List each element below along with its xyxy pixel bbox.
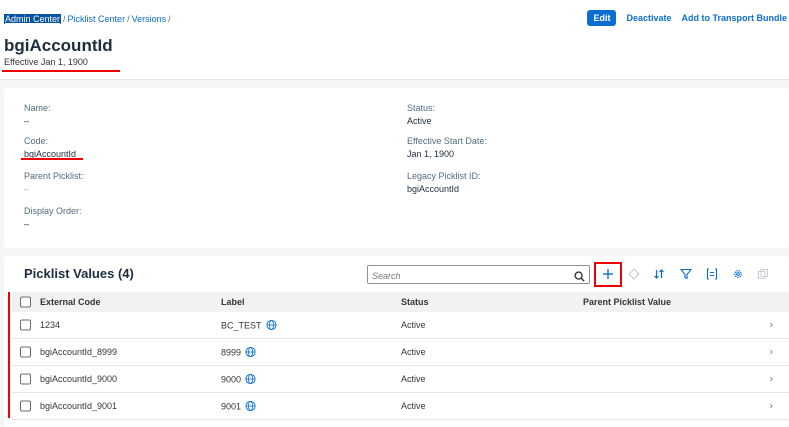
name-label: Name:	[24, 103, 51, 113]
display-order-label: Display Order:	[24, 206, 82, 216]
copy-icon[interactable]	[755, 266, 771, 282]
label-text: 9001	[221, 401, 242, 411]
status-label: Status:	[407, 103, 436, 113]
filter-icon[interactable]	[678, 266, 694, 282]
table-row[interactable]: 1234 BC_TEST Active ›	[12, 312, 789, 339]
external-code-cell: bgiAccountId_9001	[40, 401, 118, 411]
status-field: Status: Active	[407, 103, 435, 126]
parent-picklist-value: –	[24, 184, 30, 194]
display-order-value: –	[24, 219, 30, 229]
annotation-underline	[21, 158, 83, 160]
annotation-vertical-bar	[8, 292, 10, 418]
legacy-picklist-id-value: bgiAccountId	[407, 184, 460, 194]
row-checkbox[interactable]	[20, 400, 31, 412]
group-icon[interactable]	[704, 266, 720, 282]
name-field: Name: –	[24, 103, 51, 126]
sort-icon[interactable]	[651, 266, 667, 282]
breadcrumb-separator: /	[127, 14, 130, 24]
status-cell: Active	[401, 320, 426, 330]
settings-icon[interactable]	[730, 266, 746, 282]
add-icon[interactable]	[600, 266, 616, 282]
breadcrumb: Admin Center / Picklist Center / Versions /	[4, 14, 173, 24]
object-header: Admin Center / Picklist Center / Versions / E…	[0, 0, 789, 80]
chevron-right-icon[interactable]: ›	[770, 401, 773, 412]
label-cell: BC_TEST	[221, 319, 277, 331]
name-value: –	[24, 116, 30, 126]
effective-start-date-field: Effective Start Date: Jan 1, 1900	[407, 136, 487, 159]
row-checkbox[interactable]	[20, 319, 31, 331]
diamond-icon[interactable]	[626, 266, 642, 282]
breadcrumb-admin-center[interactable]: Admin Center	[4, 14, 62, 24]
page-title: bgiAccountId	[4, 36, 113, 55]
legacy-picklist-id-label: Legacy Picklist ID:	[407, 171, 481, 181]
details-card	[4, 88, 789, 248]
column-header-label[interactable]: Label	[221, 297, 245, 307]
row-checkbox[interactable]	[20, 373, 31, 385]
globe-icon[interactable]	[245, 400, 256, 412]
globe-icon[interactable]	[245, 346, 256, 358]
effective-date-subtitle: Effective Jan 1, 1900	[4, 57, 88, 67]
select-all-checkbox[interactable]	[20, 296, 31, 308]
status-cell: Active	[401, 374, 426, 384]
table-row[interactable]: bgiAccountId_9000 9000 Active ›	[12, 366, 789, 393]
display-order-field: Display Order: –	[24, 206, 82, 229]
deactivate-button[interactable]: Deactivate	[626, 13, 671, 23]
label-text: 9000	[221, 374, 242, 384]
parent-picklist-field: Parent Picklist: –	[24, 171, 84, 194]
code-field: Code: bgiAccountId	[24, 136, 76, 159]
external-code-cell: bgiAccountId_9000	[40, 374, 118, 384]
search-input[interactable]	[368, 267, 568, 285]
chevron-right-icon[interactable]: ›	[770, 374, 773, 385]
globe-icon[interactable]	[245, 373, 256, 385]
effective-start-date-label: Effective Start Date:	[407, 136, 487, 146]
chevron-right-icon[interactable]: ›	[770, 320, 773, 331]
edit-button[interactable]: Edit	[587, 10, 617, 26]
breadcrumb-picklist-center[interactable]: Picklist Center	[68, 14, 126, 24]
label-cell: 9000	[221, 373, 256, 385]
label-text: 8999	[221, 347, 242, 357]
breadcrumb-separator: /	[63, 14, 66, 24]
table-row[interactable]: bgiAccountId_8999 8999 Active ›	[12, 339, 789, 366]
parent-picklist-label: Parent Picklist:	[24, 171, 84, 181]
table-header: External Code Label Status Parent Pickli…	[12, 292, 789, 312]
annotation-underline	[2, 70, 120, 72]
add-to-transport-bundle-button[interactable]: Add to Transport Bundle	[682, 13, 788, 23]
globe-icon[interactable]	[265, 319, 277, 331]
chevron-right-icon[interactable]: ›	[770, 347, 773, 358]
code-label: Code:	[24, 136, 49, 146]
picklist-values-title: Picklist Values (4)	[24, 266, 134, 281]
search-field[interactable]	[367, 265, 590, 287]
status-cell: Active	[401, 347, 426, 357]
row-checkbox[interactable]	[20, 346, 31, 358]
effective-start-date-value: Jan 1, 1900	[407, 149, 455, 159]
label-cell: 8999	[221, 346, 256, 358]
external-code-cell: bgiAccountId_8999	[40, 347, 118, 357]
table-row[interactable]: bgiAccountId_9001 9001 Active ›	[12, 393, 789, 420]
breadcrumb-versions[interactable]: Versions	[132, 14, 167, 24]
label-text: BC_TEST	[221, 320, 262, 330]
legacy-picklist-id-field: Legacy Picklist ID: bgiAccountId	[407, 171, 481, 194]
status-value: Active	[407, 116, 432, 126]
column-header-status[interactable]: Status	[401, 297, 429, 307]
label-cell: 9001	[221, 400, 256, 412]
status-cell: Active	[401, 401, 426, 411]
column-header-parent-picklist-value[interactable]: Parent Picklist Value	[583, 297, 671, 307]
column-header-external-code[interactable]: External Code	[40, 297, 101, 307]
search-icon[interactable]	[574, 269, 585, 287]
external-code-cell: 1234	[40, 320, 61, 330]
header-actions: Edit Deactivate Add to Transport Bundle	[587, 10, 787, 26]
breadcrumb-separator: /	[168, 14, 171, 24]
